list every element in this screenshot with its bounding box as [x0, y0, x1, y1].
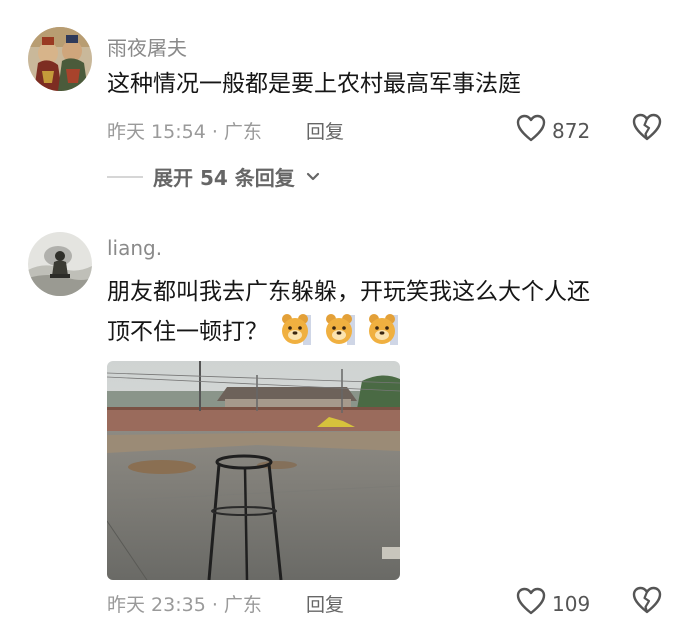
comment-time-location: 昨天 23:35 · 广东 — [107, 594, 262, 616]
comment-item: liang. 朋友都叫我去广东躲躲，开玩笑我这么大个人还 顶不住一顿打？ 昨天 … — [0, 0, 690, 629]
bear-emoji-icon — [281, 313, 312, 345]
comment-text-line: 朋友都叫我去广东躲躲，开玩笑我这么大个人还 — [107, 279, 590, 305]
avatar[interactable] — [28, 232, 92, 296]
broken-heart-icon — [632, 586, 662, 614]
heart-outline-icon — [516, 587, 546, 620]
bear-emoji-icon — [368, 313, 398, 345]
like-count: 109 — [552, 591, 591, 616]
like-button[interactable]: 109 — [516, 587, 590, 620]
dislike-button[interactable] — [632, 586, 662, 618]
comment-text-end: 顶不住一顿打？ — [107, 319, 268, 345]
comment-text-line-2: 顶不住一顿打？ — [107, 313, 667, 350]
reply-button[interactable]: 回复 — [306, 590, 344, 617]
username[interactable]: liang. — [107, 236, 162, 260]
bear-emoji-icon — [325, 313, 355, 345]
comment-photo[interactable] — [107, 361, 400, 580]
